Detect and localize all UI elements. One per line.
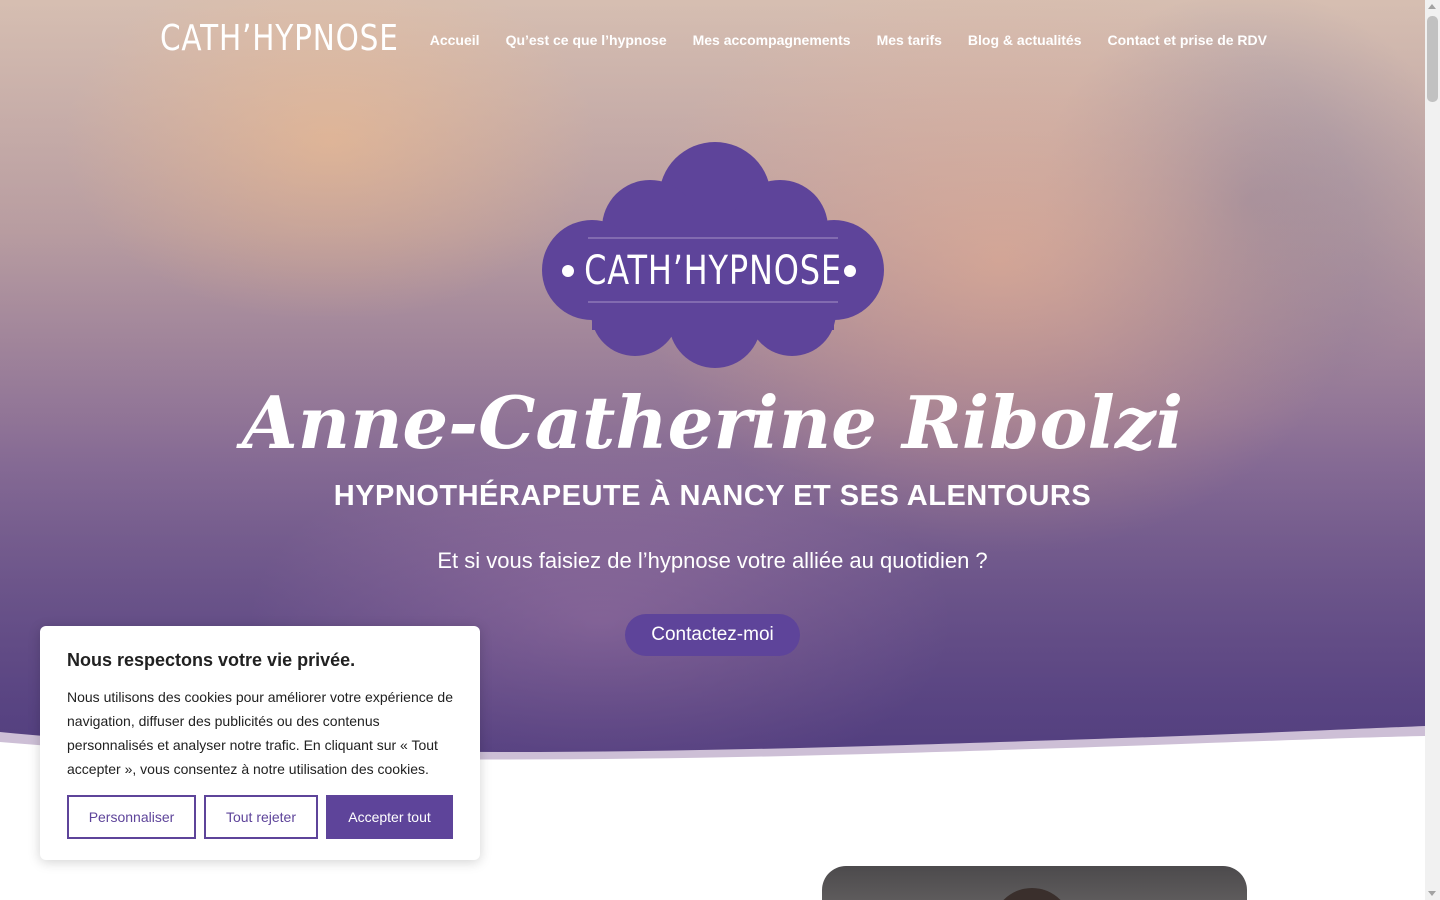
cookie-consent-banner: Nous respectons votre vie privée. Nous u… xyxy=(40,626,480,860)
portrait-photo-subject xyxy=(992,888,1072,900)
scrollbar-thumb[interactable] xyxy=(1427,16,1438,102)
hero-name: Anne-Catherine Ribolzi xyxy=(241,380,1184,465)
scroll-down-arrow-icon[interactable] xyxy=(1428,891,1436,896)
cookie-banner-title: Nous respectons votre vie privée. xyxy=(67,650,356,670)
nav-item-blog[interactable]: Blog & actualités xyxy=(968,32,1082,48)
cookie-banner-actions: Personnaliser Tout rejeter Accepter tout xyxy=(67,795,453,839)
reject-all-cookies-button[interactable]: Tout rejeter xyxy=(204,795,318,839)
nav-item-contact[interactable]: Contact et prise de RDV xyxy=(1108,32,1267,48)
main-navigation: Accueil Qu’est ce que l’hypnose Mes acco… xyxy=(430,32,1267,48)
customize-cookies-button[interactable]: Personnaliser xyxy=(67,795,196,839)
nav-item-hypnose[interactable]: Qu’est ce que l’hypnose xyxy=(506,32,667,48)
hero-tagline: Et si vous faisiez de l’hypnose votre al… xyxy=(437,548,988,573)
nav-item-accompagnements[interactable]: Mes accompagnements xyxy=(693,32,851,48)
accept-all-cookies-button[interactable]: Accepter tout xyxy=(326,795,453,839)
contact-button[interactable]: Contactez-moi xyxy=(625,614,800,656)
hero-subtitle: HYPNOTHÉRAPEUTE À NANCY ET SES ALENTOURS xyxy=(333,480,1092,512)
cloud-logo-text: CATH’HYPNOSE xyxy=(584,248,842,294)
nav-item-accueil[interactable]: Accueil xyxy=(430,32,480,48)
nav-item-tarifs[interactable]: Mes tarifs xyxy=(877,32,942,48)
portrait-photo xyxy=(822,866,1247,900)
scroll-up-arrow-icon[interactable] xyxy=(1428,4,1436,9)
cookie-banner-text: Nous utilisons des cookies pour améliore… xyxy=(67,689,453,777)
page-scrollbar[interactable] xyxy=(1425,0,1440,900)
site-logo[interactable]: CATH’HYPNOSE xyxy=(160,18,399,59)
